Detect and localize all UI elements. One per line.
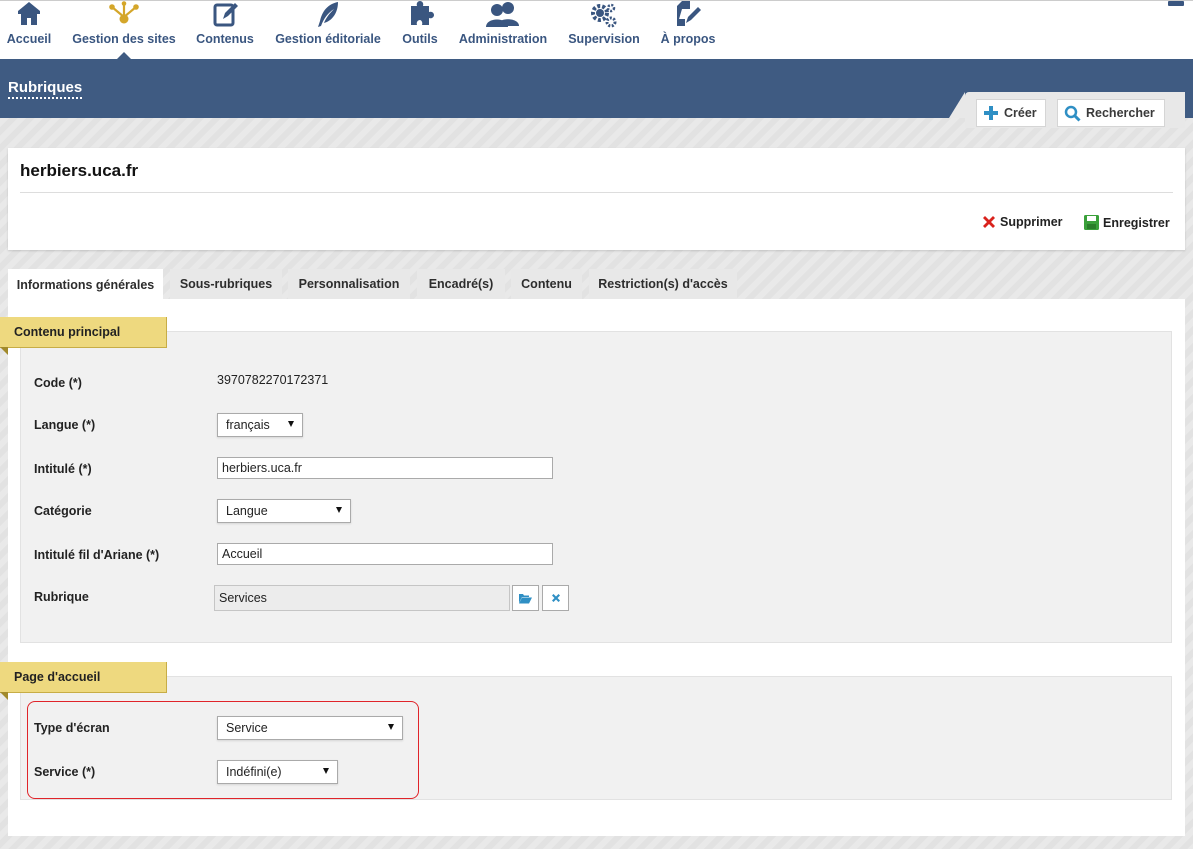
chevron-down-icon [323, 768, 329, 774]
users-icon [486, 2, 519, 27]
tab-personnalisation[interactable]: Personnalisation [288, 269, 410, 299]
feather-icon [318, 2, 338, 27]
tab-informations-generales[interactable]: Informations générales [8, 269, 163, 300]
langue-select[interactable]: français [217, 413, 303, 437]
logout-icon[interactable] [1167, 1, 1185, 7]
nav-label: Contenus [196, 32, 254, 46]
code-value: 3970782270172371 [217, 373, 329, 387]
save-button[interactable]: Enregistrer [1083, 214, 1170, 231]
create-button[interactable]: Créer [976, 99, 1046, 127]
plus-icon [984, 106, 998, 120]
nav-item-supervision[interactable]: Supervision [567, 1, 641, 60]
nav-label: À propos [660, 32, 716, 46]
nav-label: Administration [458, 32, 548, 46]
gears-icon [591, 3, 617, 28]
main-content-fieldset [20, 331, 1172, 643]
record-title: herbiers.uca.fr [20, 161, 139, 180]
categorie-select-value: Langue [226, 504, 268, 518]
service-select-value: Indéfini(e) [226, 765, 282, 779]
delete-x-icon [983, 216, 995, 228]
close-icon [551, 594, 560, 602]
sitemap-icon [109, 1, 139, 24]
folder-open-icon [519, 593, 532, 603]
puzzle-icon [411, 1, 434, 25]
langue-select-value: français [226, 418, 270, 432]
categorie-select[interactable]: Langue [217, 499, 351, 523]
rubrique-label: Rubrique [34, 590, 89, 604]
delete-button[interactable]: Supprimer [981, 214, 1063, 230]
nav-item-outils[interactable]: Outils [400, 1, 440, 60]
clear-rubrique-button[interactable] [542, 585, 569, 611]
search-button-label: Rechercher [1086, 106, 1155, 120]
chevron-down-icon [388, 724, 394, 730]
type-ecran-label: Type d'écran [34, 721, 110, 735]
tab-restrictions-acces[interactable]: Restriction(s) d'accès [589, 269, 737, 299]
nav-label: Supervision [568, 32, 640, 46]
search-icon [1064, 105, 1081, 122]
nav-label: Accueil [6, 32, 52, 46]
top-navigation: Accueil Gestion des sites Contenus Gesti… [0, 0, 1193, 60]
nav-item-contenus[interactable]: Contenus [195, 1, 255, 60]
home-page-fieldset [20, 676, 1172, 800]
rubrique-input[interactable] [214, 585, 510, 611]
nav-item-gestion-editoriale[interactable]: Gestion éditoriale [275, 1, 381, 60]
divider [20, 192, 1173, 193]
langue-label: Langue (*) [34, 418, 96, 432]
fil-ariane-label: Intitulé fil d'Ariane (*) [34, 548, 160, 562]
service-label: Service (*) [34, 765, 96, 779]
type-ecran-select[interactable]: Service [217, 716, 403, 740]
tab-encadres[interactable]: Encadré(s) [417, 269, 505, 299]
nav-label: Gestion éditoriale [275, 32, 381, 46]
edit-icon [213, 3, 238, 27]
service-select[interactable]: Indéfini(e) [217, 760, 338, 784]
home-page-legend: Page d'accueil [0, 662, 167, 700]
nav-item-a-propos[interactable]: À propos [659, 1, 717, 60]
tab-contenu[interactable]: Contenu [511, 269, 582, 299]
type-ecran-select-value: Service [226, 721, 268, 735]
search-button[interactable]: Rechercher [1057, 99, 1165, 127]
pen-icon [677, 1, 701, 26]
create-button-label: Créer [1004, 106, 1037, 120]
record-header: herbiers.uca.fr Supprimer Enregistrer [8, 148, 1185, 250]
nav-item-administration[interactable]: Administration [458, 1, 548, 60]
intitule-label: Intitulé (*) [34, 462, 92, 476]
categorie-label: Catégorie [34, 504, 92, 518]
chevron-down-icon [288, 421, 294, 427]
home-icon [18, 2, 40, 25]
intitule-input[interactable] [217, 457, 553, 479]
floppy-disk-icon [1084, 215, 1099, 230]
nav-label: Gestion des sites [72, 32, 176, 46]
section-title[interactable]: Rubriques [8, 79, 83, 99]
browse-rubrique-button[interactable] [512, 585, 539, 611]
tab-panel: Contenu principal Code (*) 3970782270172… [0, 299, 1185, 836]
main-content-legend: Contenu principal [0, 317, 167, 355]
nav-label: Outils [402, 32, 438, 46]
nav-item-accueil[interactable]: Accueil [4, 1, 54, 60]
delete-button-label: Supprimer [1000, 215, 1063, 229]
fil-ariane-input[interactable] [217, 543, 553, 565]
tab-sous-rubriques[interactable]: Sous-rubriques [170, 269, 282, 299]
save-button-label: Enregistrer [1103, 215, 1170, 230]
chevron-down-icon [336, 507, 342, 513]
code-label: Code (*) [34, 376, 82, 390]
nav-item-gestion-des-sites[interactable]: Gestion des sites [72, 1, 176, 60]
